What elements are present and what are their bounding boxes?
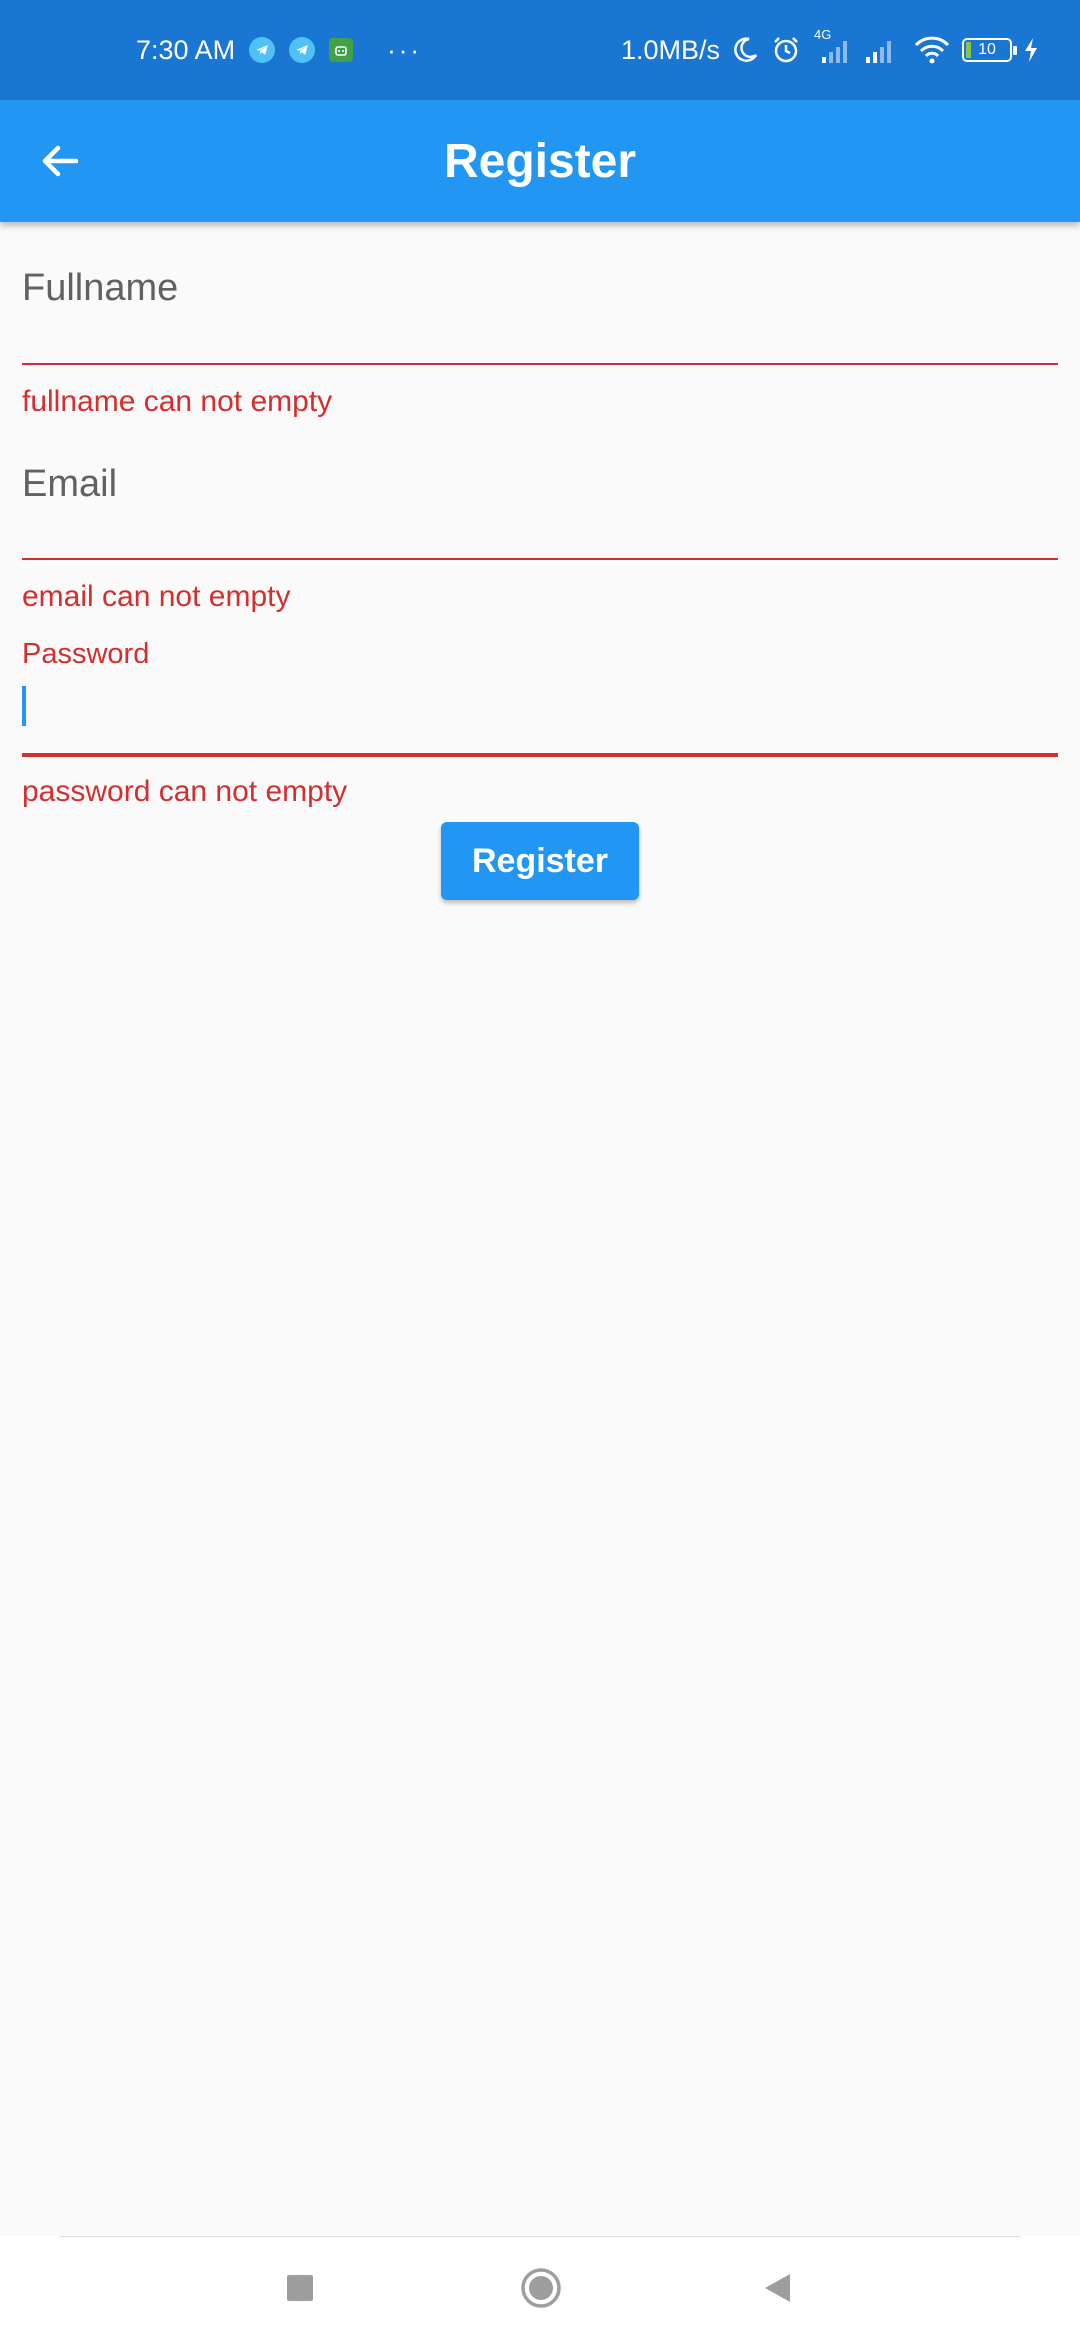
status-bar: 7:30 AM ··· 1.0MB/s 4G 10 [0,0,1080,100]
signal-icon [862,35,902,65]
status-right: 1.0MB/s 4G 10 [621,0,1040,100]
back-triangle-icon [765,2274,790,2302]
system-nav-bar [0,2236,1080,2340]
page-title: Register [443,134,637,188]
network-speed: 1.0MB/s [620,34,720,65]
recents-button[interactable] [270,2258,330,2318]
email-label: Email [22,463,118,505]
telegram-icon [249,37,276,63]
arrow-back-icon [42,145,79,177]
status-time: 7:30 AM [136,34,236,65]
battery-icon: 10 [962,38,1017,62]
password-underline [22,753,1058,757]
back-nav-button[interactable] [748,2258,808,2318]
back-button[interactable] [22,123,98,199]
email-underline [22,558,1058,560]
moon-icon [730,35,760,65]
email-field[interactable]: Email email can not empty [22,436,1058,626]
network-type: 4G [814,27,832,42]
email-error: email can not empty [22,580,291,613]
fullname-field[interactable]: Fullname fullname can not empty [22,240,1058,440]
password-field[interactable]: Password password can not empty [22,632,1058,822]
text-cursor [22,686,26,726]
password-error: password can not empty [22,775,348,808]
telegram-icon [289,37,316,63]
alarm-icon [770,34,802,66]
wifi-icon [912,35,952,65]
nav-divider [60,2236,1020,2237]
home-circle-icon [521,2268,561,2308]
signal-icon: 4G [812,27,852,65]
home-button[interactable] [511,2258,571,2318]
status-left: 7:30 AM ··· [136,0,422,100]
register-button[interactable]: Register [441,822,639,900]
fullname-label: Fullname [22,267,179,309]
recents-square-icon [287,2275,313,2301]
more-notifications-icon: ··· [387,34,423,65]
fullname-underline [22,363,1058,365]
fullname-error: fullname can not empty [22,385,333,418]
charging-icon [1022,37,1040,63]
password-label: Password [22,638,150,670]
app-bar: Register [0,100,1080,222]
battery-level: 10 [978,41,996,58]
android-icon [329,38,354,62]
